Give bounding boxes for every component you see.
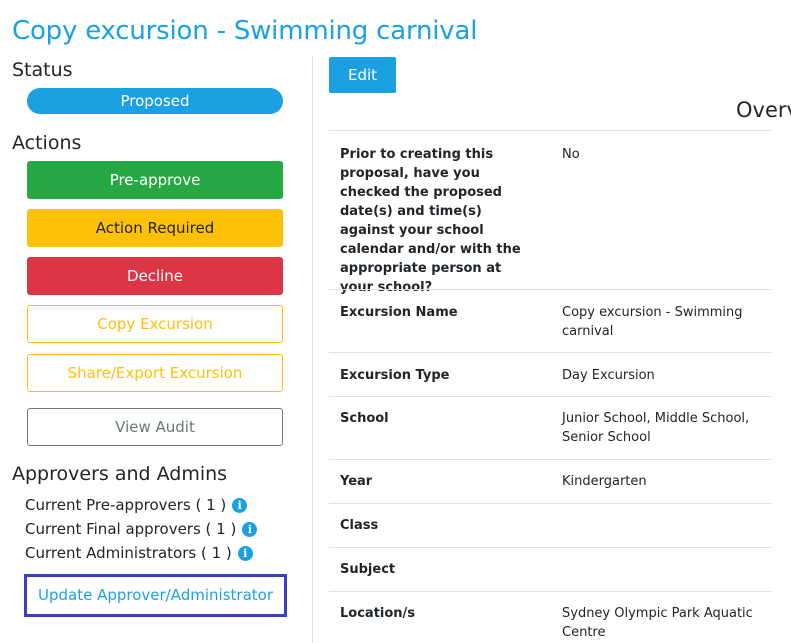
share-export-button[interactable]: Share/Export Excursion [27,354,283,392]
pre-approvers-label: Current Pre-approvers ( 1 ) [25,496,227,514]
row-label: Excursion Name [340,305,458,320]
sidebar: Status Proposed Actions Pre-approve Acti… [0,0,300,643]
copy-excursion-button[interactable]: Copy Excursion [27,305,283,343]
overview-title: Overv [736,98,791,122]
row-value: Sydney Olympic Park Aquatic Centre [562,606,753,640]
administrators-line: Current Administrators ( 1 ) i [25,544,253,562]
table-row: Excursion Name Copy excursion - Swimming… [329,289,771,352]
row-label: Prior to creating this proposal, have yo… [340,147,521,295]
view-audit-button[interactable]: View Audit [27,408,283,446]
row-label: Year [340,474,373,489]
edit-button[interactable]: Edit [329,57,396,93]
status-badge: Proposed [27,88,283,114]
status-heading: Status [12,59,73,81]
info-circle-icon[interactable]: i [242,521,258,537]
final-approvers-line: Current Final approvers ( 1 ) i [25,520,258,538]
decline-button[interactable]: Decline [27,257,283,295]
pre-approve-button[interactable]: Pre-approve [27,161,283,199]
pre-approvers-line: Current Pre-approvers ( 1 ) i [25,496,248,514]
administrators-label: Current Administrators ( 1 ) [25,544,232,562]
row-value: Kindergarten [562,474,647,489]
row-label: School [340,411,389,426]
info-circle-icon[interactable]: i [237,545,253,561]
row-label: Class [340,518,379,533]
column-divider [312,56,313,643]
row-value: Copy excursion - Swimming carnival [562,305,743,339]
info-circle-icon[interactable]: i [232,497,248,513]
action-required-button[interactable]: Action Required [27,209,283,247]
row-value: Junior School, Middle School, Senior Sch… [562,411,750,445]
row-label: Subject [340,562,396,577]
actions-heading: Actions [12,132,82,154]
row-label: Location/s [340,606,416,621]
table-row: Class [329,503,771,547]
table-row: Year Kindergarten [329,459,771,503]
update-approver-link[interactable]: Update Approver/Administrator [24,574,287,617]
row-value: Day Excursion [562,368,655,383]
approvers-heading: Approvers and Admins [12,463,228,485]
table-row: Subject [329,547,771,591]
final-approvers-label: Current Final approvers ( 1 ) [25,520,237,538]
table-row: Location/s Sydney Olympic Park Aquatic C… [329,591,771,643]
table-row: Prior to creating this proposal, have yo… [329,130,771,295]
row-label: Excursion Type [340,368,450,383]
table-row: School Junior School, Middle School, Sen… [329,396,771,459]
row-value: No [562,147,580,162]
table-row: Excursion Type Day Excursion [329,352,771,396]
